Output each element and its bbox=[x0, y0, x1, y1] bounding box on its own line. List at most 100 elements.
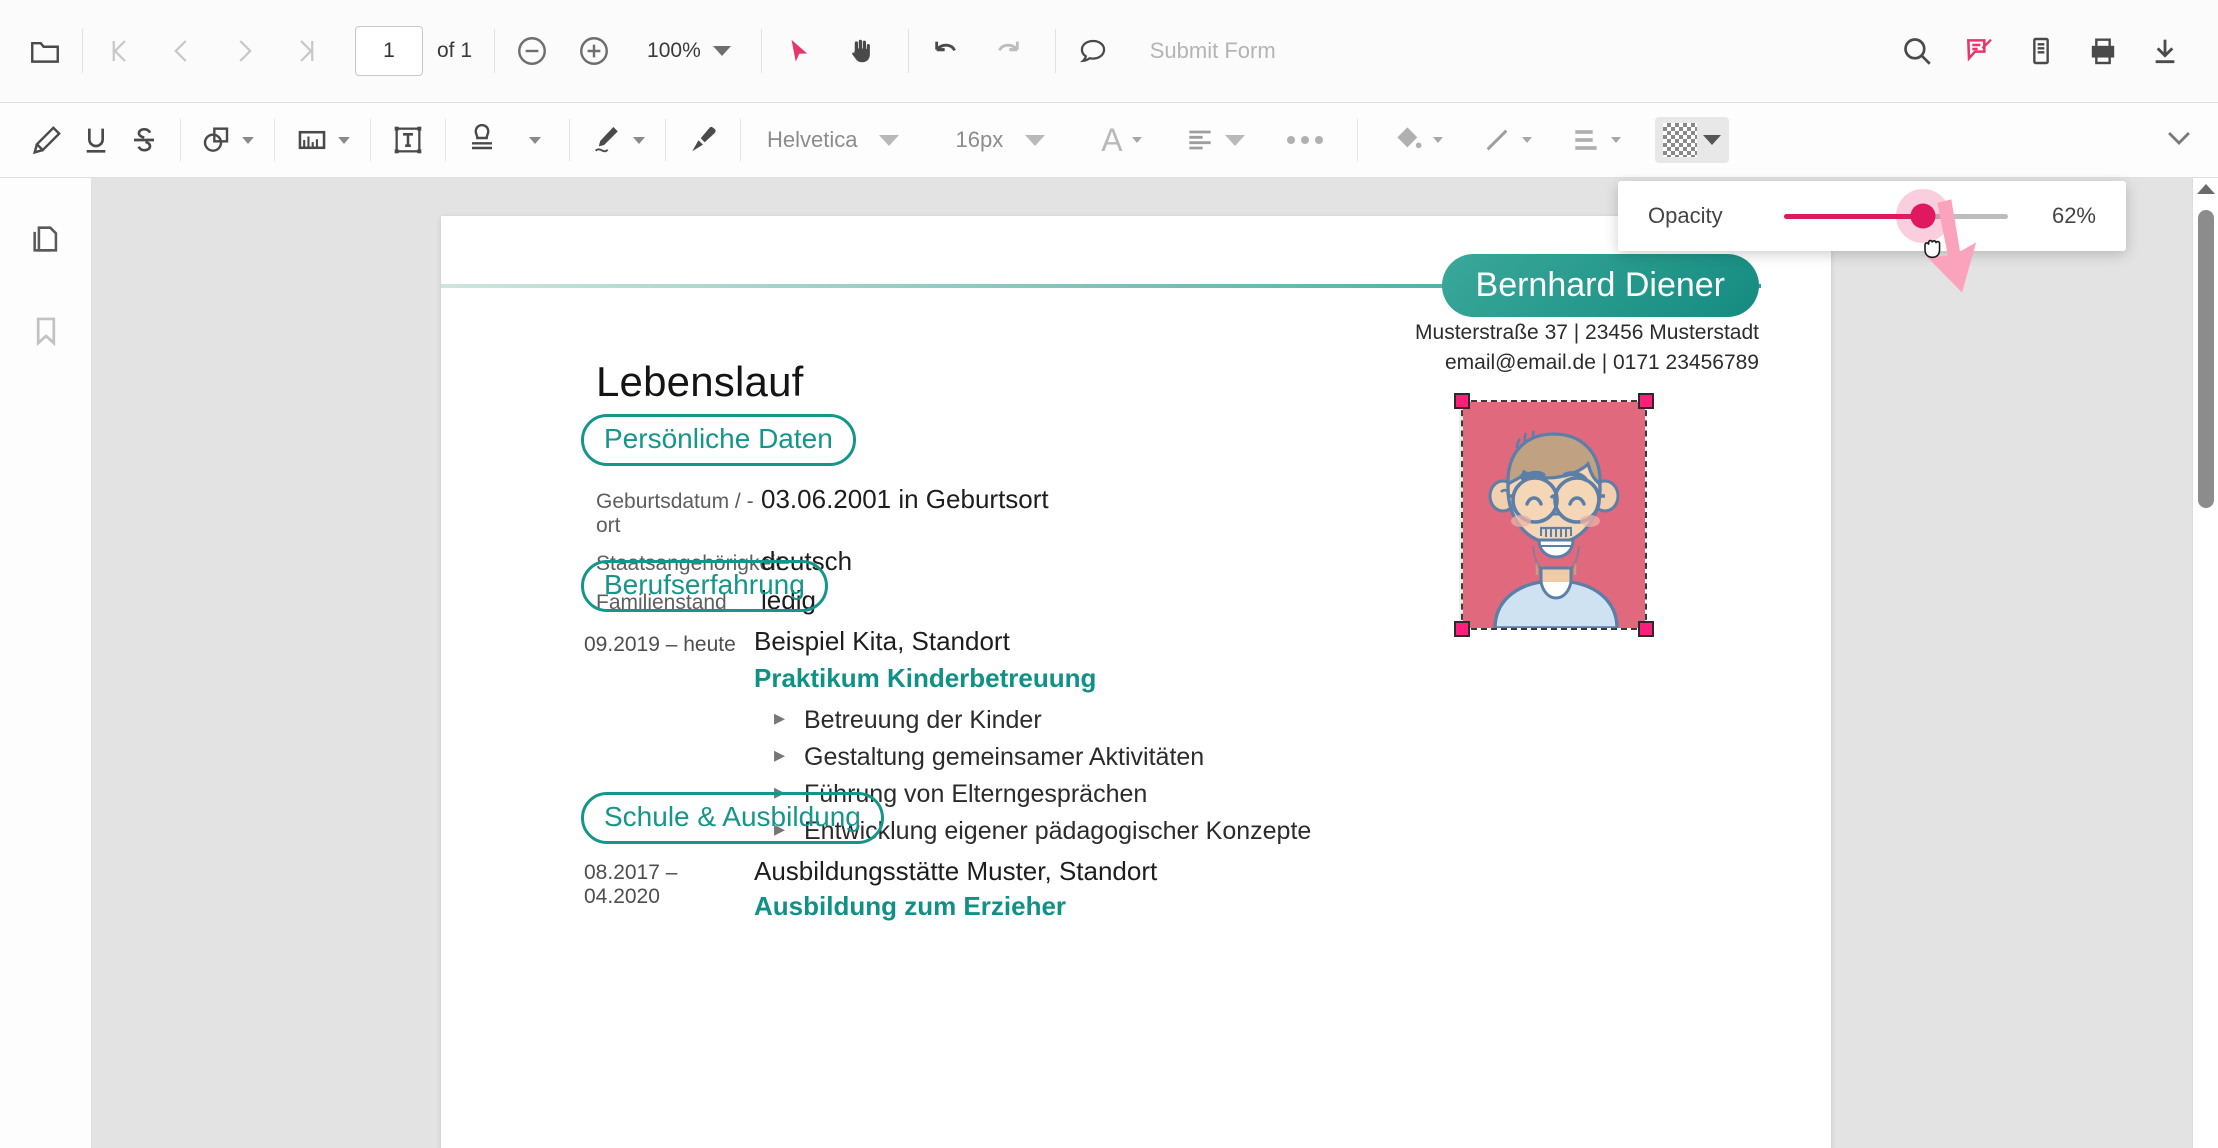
resize-handle-top-left[interactable] bbox=[1454, 393, 1470, 409]
experience-role: Praktikum Kinderbetreuung bbox=[754, 663, 1097, 693]
toolbar-divider bbox=[82, 29, 83, 73]
chevron-down-icon bbox=[1610, 137, 1621, 143]
print-icon[interactable] bbox=[2072, 20, 2134, 82]
underline-icon[interactable] bbox=[72, 112, 120, 168]
chevron-down-icon bbox=[1521, 137, 1532, 143]
page-count-label: of 1 bbox=[437, 39, 473, 62]
strikethrough-icon[interactable] bbox=[120, 112, 168, 168]
highlight-icon[interactable] bbox=[22, 112, 72, 168]
opacity-popup: Opacity 62% bbox=[1618, 181, 2126, 251]
sidebar-item-bookmarks[interactable] bbox=[15, 300, 77, 362]
collapse-toolbar-icon[interactable] bbox=[2162, 121, 2196, 160]
scroll-up-arrow-icon[interactable] bbox=[2196, 184, 2215, 194]
text-box-icon[interactable] bbox=[383, 112, 433, 168]
section-pill-label: Schule & Ausbildung bbox=[581, 792, 884, 844]
submit-form-button[interactable]: Submit Form bbox=[1150, 38, 1276, 64]
zoom-in-icon[interactable] bbox=[563, 20, 625, 82]
toolbar-divider bbox=[740, 119, 741, 161]
next-page-icon[interactable] bbox=[213, 20, 275, 82]
stamp-icon[interactable] bbox=[458, 112, 549, 168]
education-role: Ausbildung zum Erzieher bbox=[754, 891, 1067, 921]
section-heading-education: Schule & Ausbildung bbox=[581, 792, 884, 844]
text-color-button[interactable]: A bbox=[1093, 112, 1149, 168]
chevron-down-icon bbox=[529, 136, 541, 144]
sidebar-item-pages[interactable] bbox=[15, 208, 77, 270]
align-icon[interactable] bbox=[1176, 112, 1253, 168]
chevron-down-icon bbox=[1224, 134, 1245, 146]
download-icon[interactable] bbox=[2134, 20, 2196, 82]
redo-icon[interactable] bbox=[977, 20, 1039, 82]
toolbar-divider bbox=[180, 119, 181, 161]
last-page-icon[interactable] bbox=[275, 20, 337, 82]
row-value: 03.06.2001 in Geburtsort bbox=[761, 484, 1049, 514]
toolbar-divider bbox=[494, 29, 496, 73]
line-spacing-icon[interactable] bbox=[1562, 112, 1629, 168]
signature-icon[interactable] bbox=[582, 112, 653, 168]
read-mode-icon[interactable] bbox=[2010, 20, 2072, 82]
toolbar-divider bbox=[370, 119, 371, 161]
toolbar-divider bbox=[665, 119, 666, 161]
chevron-down-icon bbox=[1131, 137, 1142, 143]
font-family-value: Helvetica bbox=[767, 127, 858, 152]
previous-page-icon[interactable] bbox=[151, 20, 213, 82]
toolbar-divider bbox=[445, 119, 446, 161]
education-place: Ausbildungsstätte Muster, Standort bbox=[754, 856, 1158, 886]
opacity-value: 62% bbox=[2051, 203, 2096, 228]
chevron-down-icon bbox=[338, 136, 350, 144]
chevron-down-icon bbox=[1432, 137, 1443, 143]
zoom-level-dropdown[interactable]: 100% bbox=[635, 31, 743, 71]
brush-icon[interactable] bbox=[678, 112, 728, 168]
list-item: Betreuung der Kinder bbox=[754, 705, 1514, 735]
top-toolbar: of 1 100% bbox=[0, 0, 2218, 103]
cv-title: Lebenslauf bbox=[596, 358, 804, 405]
page-number-input[interactable] bbox=[355, 26, 423, 76]
experience-employer: Beispiel Kita, Standort bbox=[754, 626, 1010, 656]
chevron-down-icon bbox=[242, 136, 254, 144]
checkerboard-icon bbox=[1662, 123, 1697, 157]
section-pill-label: Berufserfahrung bbox=[581, 560, 828, 612]
profile-photo-selection[interactable] bbox=[1454, 393, 1654, 637]
document-viewer[interactable]: Bernhard Diener Musterstraße 37 | 23456 … bbox=[92, 178, 2218, 1148]
font-size-dropdown[interactable]: 16px bbox=[941, 119, 1059, 161]
annotate-icon[interactable] bbox=[1948, 20, 2010, 82]
opacity-label: Opacity bbox=[1648, 203, 1723, 228]
grabbing-hand-cursor bbox=[1918, 231, 1948, 270]
pdf-page[interactable]: Bernhard Diener Musterstraße 37 | 23456 … bbox=[441, 216, 1831, 1148]
vertical-scrollbar[interactable] bbox=[2192, 178, 2218, 1148]
font-family-dropdown[interactable]: Helvetica bbox=[753, 119, 913, 161]
pdf-editor-window: of 1 100% bbox=[0, 0, 2218, 1148]
pan-tool-icon[interactable] bbox=[830, 20, 892, 82]
line-style-icon[interactable] bbox=[1473, 112, 1540, 168]
text-color-letter: A bbox=[1101, 121, 1123, 158]
scrollbar-thumb[interactable] bbox=[2198, 210, 2214, 508]
first-page-icon[interactable] bbox=[89, 20, 151, 82]
chevron-down-icon bbox=[633, 136, 645, 144]
resize-handle-bottom-left[interactable] bbox=[1454, 621, 1470, 637]
more-options-icon[interactable] bbox=[1279, 112, 1331, 168]
education-entry: 08.2017 – 04.2020 Ausbildungsstätte Must… bbox=[584, 856, 1514, 922]
font-size-value: 16px bbox=[955, 127, 1004, 152]
search-icon[interactable] bbox=[1886, 20, 1948, 82]
section-heading-personal: Persönliche Daten bbox=[581, 414, 856, 466]
opacity-button[interactable] bbox=[1654, 117, 1729, 163]
toolbar-divider bbox=[1054, 29, 1056, 73]
annotation-toolbar: Helvetica 16px A bbox=[0, 103, 2218, 178]
fill-color-icon[interactable] bbox=[1384, 112, 1451, 168]
zoom-out-icon[interactable] bbox=[501, 20, 563, 82]
shape-icon[interactable] bbox=[193, 112, 262, 168]
image-icon[interactable] bbox=[287, 112, 358, 168]
chevron-down-icon bbox=[879, 134, 900, 146]
undo-icon[interactable] bbox=[915, 20, 977, 82]
contact-address: Musterstraße 37 | 23456 Musterstadt bbox=[1415, 321, 1759, 344]
section-heading-experience: Berufserfahrung bbox=[581, 560, 828, 612]
open-file-icon[interactable] bbox=[14, 20, 76, 82]
toolbar-divider bbox=[274, 119, 275, 161]
resize-handle-bottom-right[interactable] bbox=[1638, 621, 1654, 637]
resize-handle-top-right[interactable] bbox=[1638, 393, 1654, 409]
toolbar-divider bbox=[907, 29, 909, 73]
education-date: 08.2017 – 04.2020 bbox=[584, 861, 678, 908]
comment-icon[interactable] bbox=[1062, 20, 1124, 82]
select-tool-icon[interactable] bbox=[768, 20, 830, 82]
profile-photo[interactable] bbox=[1463, 402, 1645, 628]
toolbar-divider bbox=[569, 119, 570, 161]
